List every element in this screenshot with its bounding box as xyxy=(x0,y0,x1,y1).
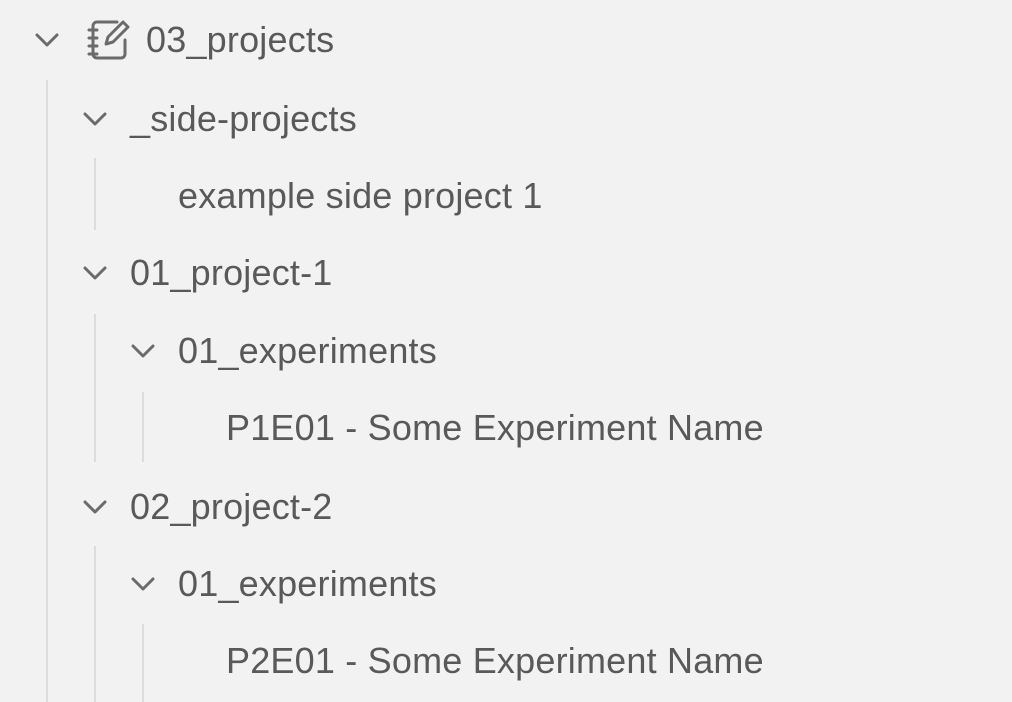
indent-guide xyxy=(94,314,96,462)
chevron-down-icon[interactable] xyxy=(32,25,62,55)
chevron-down-icon[interactable] xyxy=(80,104,110,134)
chevron-down-icon[interactable] xyxy=(80,258,110,288)
indent-guide xyxy=(46,80,48,702)
tree-item-label: _side-projects xyxy=(130,98,357,139)
tree-item-folder[interactable]: 02_project-2 xyxy=(80,468,333,546)
tree-item-label: P2E01 - Some Experiment Name xyxy=(226,640,764,681)
chevron-down-icon[interactable] xyxy=(80,492,110,522)
tree-item-label: P1E01 - Some Experiment Name xyxy=(226,407,764,448)
tree-item-label: 01_experiments xyxy=(178,563,437,604)
tree-item-note[interactable]: P2E01 - Some Experiment Name xyxy=(226,622,764,700)
tree-item-folder[interactable]: 01_experiments xyxy=(128,312,437,390)
tree-item-folder[interactable]: _side-projects xyxy=(80,80,357,158)
tree-item-folder[interactable]: 01_project-1 xyxy=(80,234,333,312)
tree-item-label: 02_project-2 xyxy=(130,486,333,527)
tree-item-note[interactable]: P1E01 - Some Experiment Name xyxy=(226,389,764,467)
tree-item-label: example side project 1 xyxy=(178,175,543,216)
tree-item-note[interactable]: example side project 1 xyxy=(178,157,543,235)
chevron-down-icon[interactable] xyxy=(128,569,158,599)
chevron-down-icon[interactable] xyxy=(128,336,158,366)
indent-guide xyxy=(142,624,144,702)
tree-item-root-folder[interactable]: 03_projects xyxy=(32,1,334,79)
file-tree: 03_projects _side-projects example side … xyxy=(0,0,1012,702)
indent-guide xyxy=(94,158,96,230)
indent-guide xyxy=(94,546,96,702)
tree-item-folder[interactable]: 01_experiments xyxy=(128,545,437,623)
notebook-icon xyxy=(86,17,132,63)
tree-item-label: 03_projects xyxy=(146,19,335,60)
tree-item-label: 01_experiments xyxy=(178,330,437,371)
indent-guide xyxy=(142,392,144,462)
tree-item-label: 01_project-1 xyxy=(130,252,333,293)
